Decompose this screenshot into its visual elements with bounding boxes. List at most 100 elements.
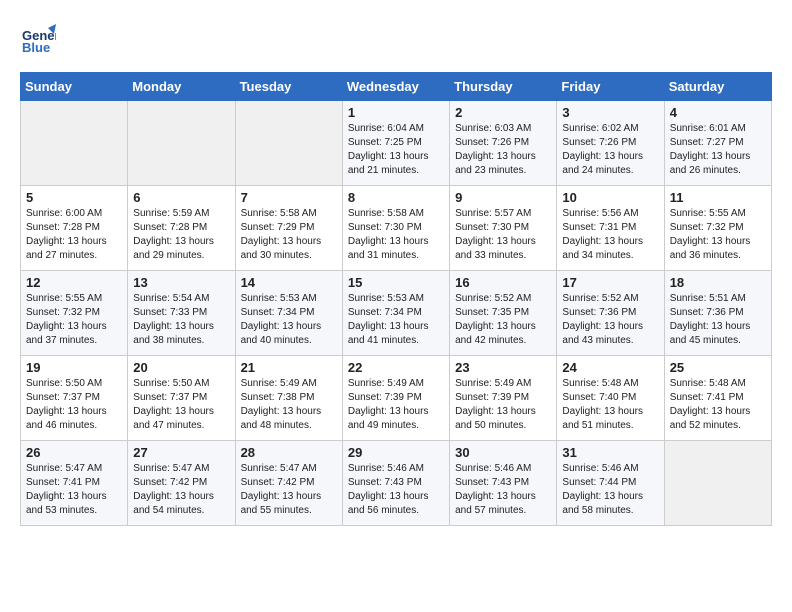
cell-content: Sunrise: 5:47 AMSunset: 7:42 PMDaylight:… bbox=[241, 462, 337, 518]
cell-content: Sunrise: 5:46 AMSunset: 7:43 PMDaylight:… bbox=[455, 462, 551, 518]
calendar-cell: 4Sunrise: 6:01 AMSunset: 7:27 PMDaylight… bbox=[664, 101, 771, 186]
logo-icon: General Blue bbox=[20, 20, 56, 56]
calendar-cell bbox=[235, 101, 342, 186]
page-header: General Blue bbox=[20, 20, 772, 56]
cell-content: Sunrise: 5:49 AMSunset: 7:38 PMDaylight:… bbox=[241, 377, 337, 433]
calendar-cell: 26 Sunrise: 5:47 AMSunset: 7:41 PMDayligh… bbox=[21, 441, 128, 526]
calendar-cell: 8 Sunrise: 5:58 AMSunset: 7:30 PMDaylight… bbox=[342, 186, 449, 271]
day-number: 26 bbox=[26, 445, 122, 460]
calendar-table: SundayMondayTuesdayWednesdayThursdayFrid… bbox=[20, 72, 772, 526]
cell-content: Sunrise: 5:52 AMSunset: 7:36 PMDaylight:… bbox=[562, 292, 658, 348]
calendar-cell: 10 Sunrise: 5:56 AMSunset: 7:31 PMDayligh… bbox=[557, 186, 664, 271]
day-number: 9 bbox=[455, 190, 551, 205]
cell-content: Sunrise: 5:53 AMSunset: 7:34 PMDaylight:… bbox=[241, 292, 337, 348]
calendar-cell: 6 Sunrise: 5:59 AMSunset: 7:28 PMDaylight… bbox=[128, 186, 235, 271]
calendar-cell: 1 Sunrise: 6:04 AMSunset: 7:25 PMDaylight… bbox=[342, 101, 449, 186]
day-header-tuesday: Tuesday bbox=[235, 73, 342, 101]
cell-content: Sunrise: 5:47 AMSunset: 7:41 PMDaylight:… bbox=[26, 462, 122, 518]
cell-content: Sunrise: 5:50 AMSunset: 7:37 PMDaylight:… bbox=[26, 377, 122, 433]
calendar-cell: 5 Sunrise: 6:00 AMSunset: 7:28 PMDaylight… bbox=[21, 186, 128, 271]
day-number: 1 bbox=[348, 105, 444, 120]
calendar-cell: 21 Sunrise: 5:49 AMSunset: 7:38 PMDayligh… bbox=[235, 356, 342, 441]
calendar-cell: 25 Sunrise: 5:48 AMSunset: 7:41 PMDayligh… bbox=[664, 356, 771, 441]
day-number: 27 bbox=[133, 445, 229, 460]
day-number: 30 bbox=[455, 445, 551, 460]
day-header-sunday: Sunday bbox=[21, 73, 128, 101]
calendar-cell bbox=[664, 441, 771, 526]
day-number: 25 bbox=[670, 360, 766, 375]
day-number: 11 bbox=[670, 190, 766, 205]
calendar-cell: 15 Sunrise: 5:53 AMSunset: 7:34 PMDayligh… bbox=[342, 271, 449, 356]
day-number: 14 bbox=[241, 275, 337, 290]
cell-content: Sunrise: 5:49 AMSunset: 7:39 PMDaylight:… bbox=[455, 377, 551, 433]
calendar-cell: 16 Sunrise: 5:52 AMSunset: 7:35 PMDayligh… bbox=[450, 271, 557, 356]
calendar-cell bbox=[128, 101, 235, 186]
day-header-friday: Friday bbox=[557, 73, 664, 101]
cell-content: Sunrise: 6:02 AMSunset: 7:26 PMDaylight:… bbox=[562, 122, 658, 178]
day-number: 24 bbox=[562, 360, 658, 375]
day-number: 21 bbox=[241, 360, 337, 375]
day-number: 17 bbox=[562, 275, 658, 290]
cell-content: Sunrise: 5:48 AMSunset: 7:41 PMDaylight:… bbox=[670, 377, 766, 433]
calendar-cell: 27Sunrise: 5:47 AMSunset: 7:42 PMDayligh… bbox=[128, 441, 235, 526]
cell-content: Sunrise: 5:51 AMSunset: 7:36 PMDaylight:… bbox=[670, 292, 766, 348]
cell-content: Sunrise: 5:46 AMSunset: 7:43 PMDaylight:… bbox=[348, 462, 444, 518]
day-number: 13 bbox=[133, 275, 229, 290]
calendar-cell: 3 Sunrise: 6:02 AMSunset: 7:26 PMDaylight… bbox=[557, 101, 664, 186]
cell-content: Sunrise: 5:55 AMSunset: 7:32 PMDaylight:… bbox=[670, 207, 766, 263]
cell-content: Sunrise: 6:04 AMSunset: 7:25 PMDaylight:… bbox=[348, 122, 444, 178]
calendar-cell: 14 Sunrise: 5:53 AMSunset: 7:34 PMDayligh… bbox=[235, 271, 342, 356]
day-number: 29 bbox=[348, 445, 444, 460]
cell-content: Sunrise: 5:54 AMSunset: 7:33 PMDaylight:… bbox=[133, 292, 229, 348]
calendar-cell: 22 Sunrise: 5:49 AMSunset: 7:39 PMDayligh… bbox=[342, 356, 449, 441]
cell-content: Sunrise: 5:59 AMSunset: 7:28 PMDaylight:… bbox=[133, 207, 229, 263]
day-header-thursday: Thursday bbox=[450, 73, 557, 101]
calendar-cell bbox=[21, 101, 128, 186]
day-number: 20 bbox=[133, 360, 229, 375]
day-number: 8 bbox=[348, 190, 444, 205]
calendar-cell: 13 Sunrise: 5:54 AMSunset: 7:33 PMDayligh… bbox=[128, 271, 235, 356]
calendar-cell: 18 Sunrise: 5:51 AMSunset: 7:36 PMDayligh… bbox=[664, 271, 771, 356]
day-number: 7 bbox=[241, 190, 337, 205]
day-number: 16 bbox=[455, 275, 551, 290]
day-number: 19 bbox=[26, 360, 122, 375]
day-number: 15 bbox=[348, 275, 444, 290]
day-header-wednesday: Wednesday bbox=[342, 73, 449, 101]
day-number: 4 bbox=[670, 105, 766, 120]
day-number: 6 bbox=[133, 190, 229, 205]
cell-content: Sunrise: 6:00 AMSunset: 7:28 PMDaylight:… bbox=[26, 207, 122, 263]
cell-content: Sunrise: 5:52 AMSunset: 7:35 PMDaylight:… bbox=[455, 292, 551, 348]
cell-content: Sunrise: 5:46 AMSunset: 7:44 PMDaylight:… bbox=[562, 462, 658, 518]
logo: General Blue bbox=[20, 20, 56, 56]
calendar-cell: 17 Sunrise: 5:52 AMSunset: 7:36 PMDayligh… bbox=[557, 271, 664, 356]
day-number: 18 bbox=[670, 275, 766, 290]
calendar-cell: 12 Sunrise: 5:55 AMSunset: 7:32 PMDayligh… bbox=[21, 271, 128, 356]
svg-text:Blue: Blue bbox=[22, 40, 50, 55]
calendar-cell: 29 Sunrise: 5:46 AMSunset: 7:43 PMDayligh… bbox=[342, 441, 449, 526]
calendar-cell: 11 Sunrise: 5:55 AMSunset: 7:32 PMDayligh… bbox=[664, 186, 771, 271]
cell-content: Sunrise: 5:55 AMSunset: 7:32 PMDaylight:… bbox=[26, 292, 122, 348]
cell-content: Sunrise: 5:56 AMSunset: 7:31 PMDaylight:… bbox=[562, 207, 658, 263]
day-number: 10 bbox=[562, 190, 658, 205]
calendar-cell: 7 Sunrise: 5:58 AMSunset: 7:29 PMDaylight… bbox=[235, 186, 342, 271]
day-number: 3 bbox=[562, 105, 658, 120]
cell-content: Sunrise: 5:58 AMSunset: 7:30 PMDaylight:… bbox=[348, 207, 444, 263]
calendar-cell: 20 Sunrise: 5:50 AMSunset: 7:37 PMDayligh… bbox=[128, 356, 235, 441]
cell-content: Sunrise: 5:50 AMSunset: 7:37 PMDaylight:… bbox=[133, 377, 229, 433]
cell-content: Sunrise: 5:48 AMSunset: 7:40 PMDaylight:… bbox=[562, 377, 658, 433]
calendar-cell: 31Sunrise: 5:46 AMSunset: 7:44 PMDayligh… bbox=[557, 441, 664, 526]
cell-content: Sunrise: 5:57 AMSunset: 7:30 PMDaylight:… bbox=[455, 207, 551, 263]
day-number: 12 bbox=[26, 275, 122, 290]
day-header-saturday: Saturday bbox=[664, 73, 771, 101]
day-number: 2 bbox=[455, 105, 551, 120]
calendar-cell: 2Sunrise: 6:03 AMSunset: 7:26 PMDaylight… bbox=[450, 101, 557, 186]
calendar-cell: 23 Sunrise: 5:49 AMSunset: 7:39 PMDayligh… bbox=[450, 356, 557, 441]
cell-content: Sunrise: 5:58 AMSunset: 7:29 PMDaylight:… bbox=[241, 207, 337, 263]
calendar-cell: 30 Sunrise: 5:46 AMSunset: 7:43 PMDayligh… bbox=[450, 441, 557, 526]
day-number: 22 bbox=[348, 360, 444, 375]
day-number: 23 bbox=[455, 360, 551, 375]
day-number: 28 bbox=[241, 445, 337, 460]
cell-content: Sunrise: 5:53 AMSunset: 7:34 PMDaylight:… bbox=[348, 292, 444, 348]
day-number: 5 bbox=[26, 190, 122, 205]
cell-content: Sunrise: 5:49 AMSunset: 7:39 PMDaylight:… bbox=[348, 377, 444, 433]
